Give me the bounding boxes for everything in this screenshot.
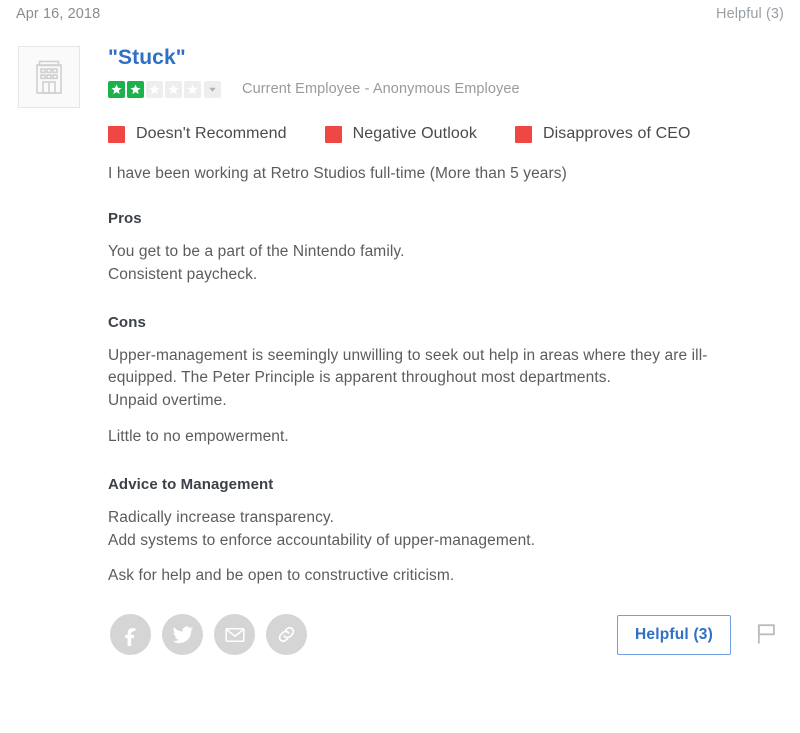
sentiment-doesnt-recommend: Doesn't Recommend [108,125,287,143]
section-cons: Cons Upper-management is seemingly unwil… [108,314,784,449]
employment-statement: I have been working at Retro Studios ful… [108,165,567,183]
negative-swatch-icon [108,125,125,143]
review-header: Apr 16, 2018 Helpful (3) [0,0,800,34]
section-paragraph: Upper-management is seemingly unwilling … [108,346,708,410]
rating-row: Current Employee - Anonymous Employee [108,79,784,99]
review-date: Apr 16, 2018 [16,6,101,22]
company-logo [18,46,80,108]
star-filled-1 [108,80,125,98]
section-paragraph: Radically increase transparency. Add sys… [108,508,536,549]
sentiment-label: Disapproves of CEO [542,125,691,143]
star-empty-4 [165,80,182,98]
review-content: "Stuck" Current Employee - Anonymous Emp… [80,42,784,588]
footer-actions: Helpful (3) [617,614,784,655]
twitter-icon[interactable] [162,614,203,656]
office-building-icon [32,58,66,96]
negative-swatch-icon [324,125,342,143]
section-paragraph: You get to be a part of the Nintendo fam… [108,243,405,283]
section-heading: Pros [108,210,142,228]
sentiment-label: Negative Outlook [352,125,477,143]
sentiment-label: Doesn't Recommend [136,125,287,143]
employee-review-card: Apr 16, 2018 Helpful (3) "Stuck" Current… [0,0,800,733]
sentiment-disapproves-ceo: Disapproves of CEO [514,125,691,143]
review-body: "Stuck" Current Employee - Anonymous Emp… [0,34,800,588]
section-heading: Cons [108,313,146,331]
section-pros: Pros You get to be a part of the Nintend… [108,210,784,287]
star-rating[interactable] [108,80,201,98]
flag-icon [753,620,780,650]
helpful-button[interactable]: Helpful (3) [617,614,731,655]
link-icon[interactable] [266,614,307,656]
flag-button[interactable] [749,618,784,652]
email-icon[interactable] [214,614,255,656]
section-heading: Advice to Management [108,475,274,493]
section-paragraph: Little to no empowerment. [108,428,289,446]
star-filled-2 [127,80,144,98]
section-advice-to-management: Advice to Management Radically increase … [108,476,784,588]
star-empty-3 [146,80,163,98]
section-paragraph: Ask for help and be open to constructive… [108,567,455,585]
sentiment-indicators: Doesn't Recommend Negative Outlook Disap… [108,125,784,143]
sentiment-negative-outlook: Negative Outlook [324,125,477,143]
helpful-count-label: Helpful (3) [716,6,784,22]
review-title[interactable]: "Stuck" [108,46,784,70]
star-empty-5 [184,80,201,98]
social-share-row [18,614,307,656]
employee-status: Current Employee - Anonymous Employee [242,81,520,98]
facebook-icon[interactable] [110,614,151,656]
review-footer: Helpful (3) [0,614,800,656]
negative-swatch-icon [514,125,532,143]
chevron-down-icon[interactable] [204,80,221,98]
